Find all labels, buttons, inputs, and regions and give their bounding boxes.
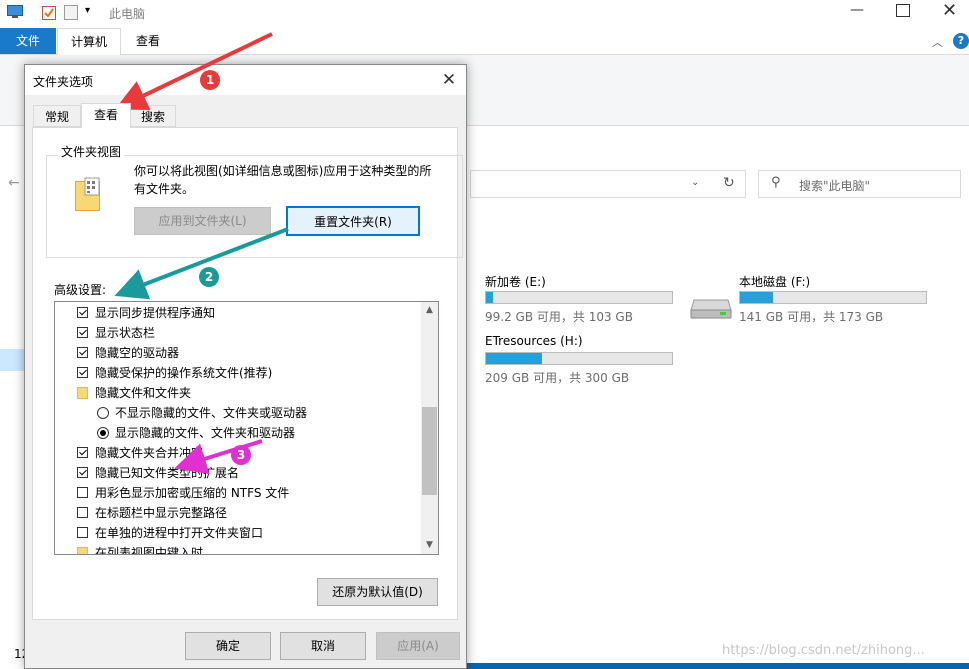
annotation-badge-1: 1: [200, 70, 220, 90]
annotation-arrow-1: [114, 32, 273, 111]
annotation-arrows: [114, 32, 289, 475]
tab-view-options[interactable]: 查看: [81, 103, 131, 128]
annotation-badge-2: 2: [199, 267, 219, 287]
annotation-badge-3: 3: [231, 445, 251, 465]
